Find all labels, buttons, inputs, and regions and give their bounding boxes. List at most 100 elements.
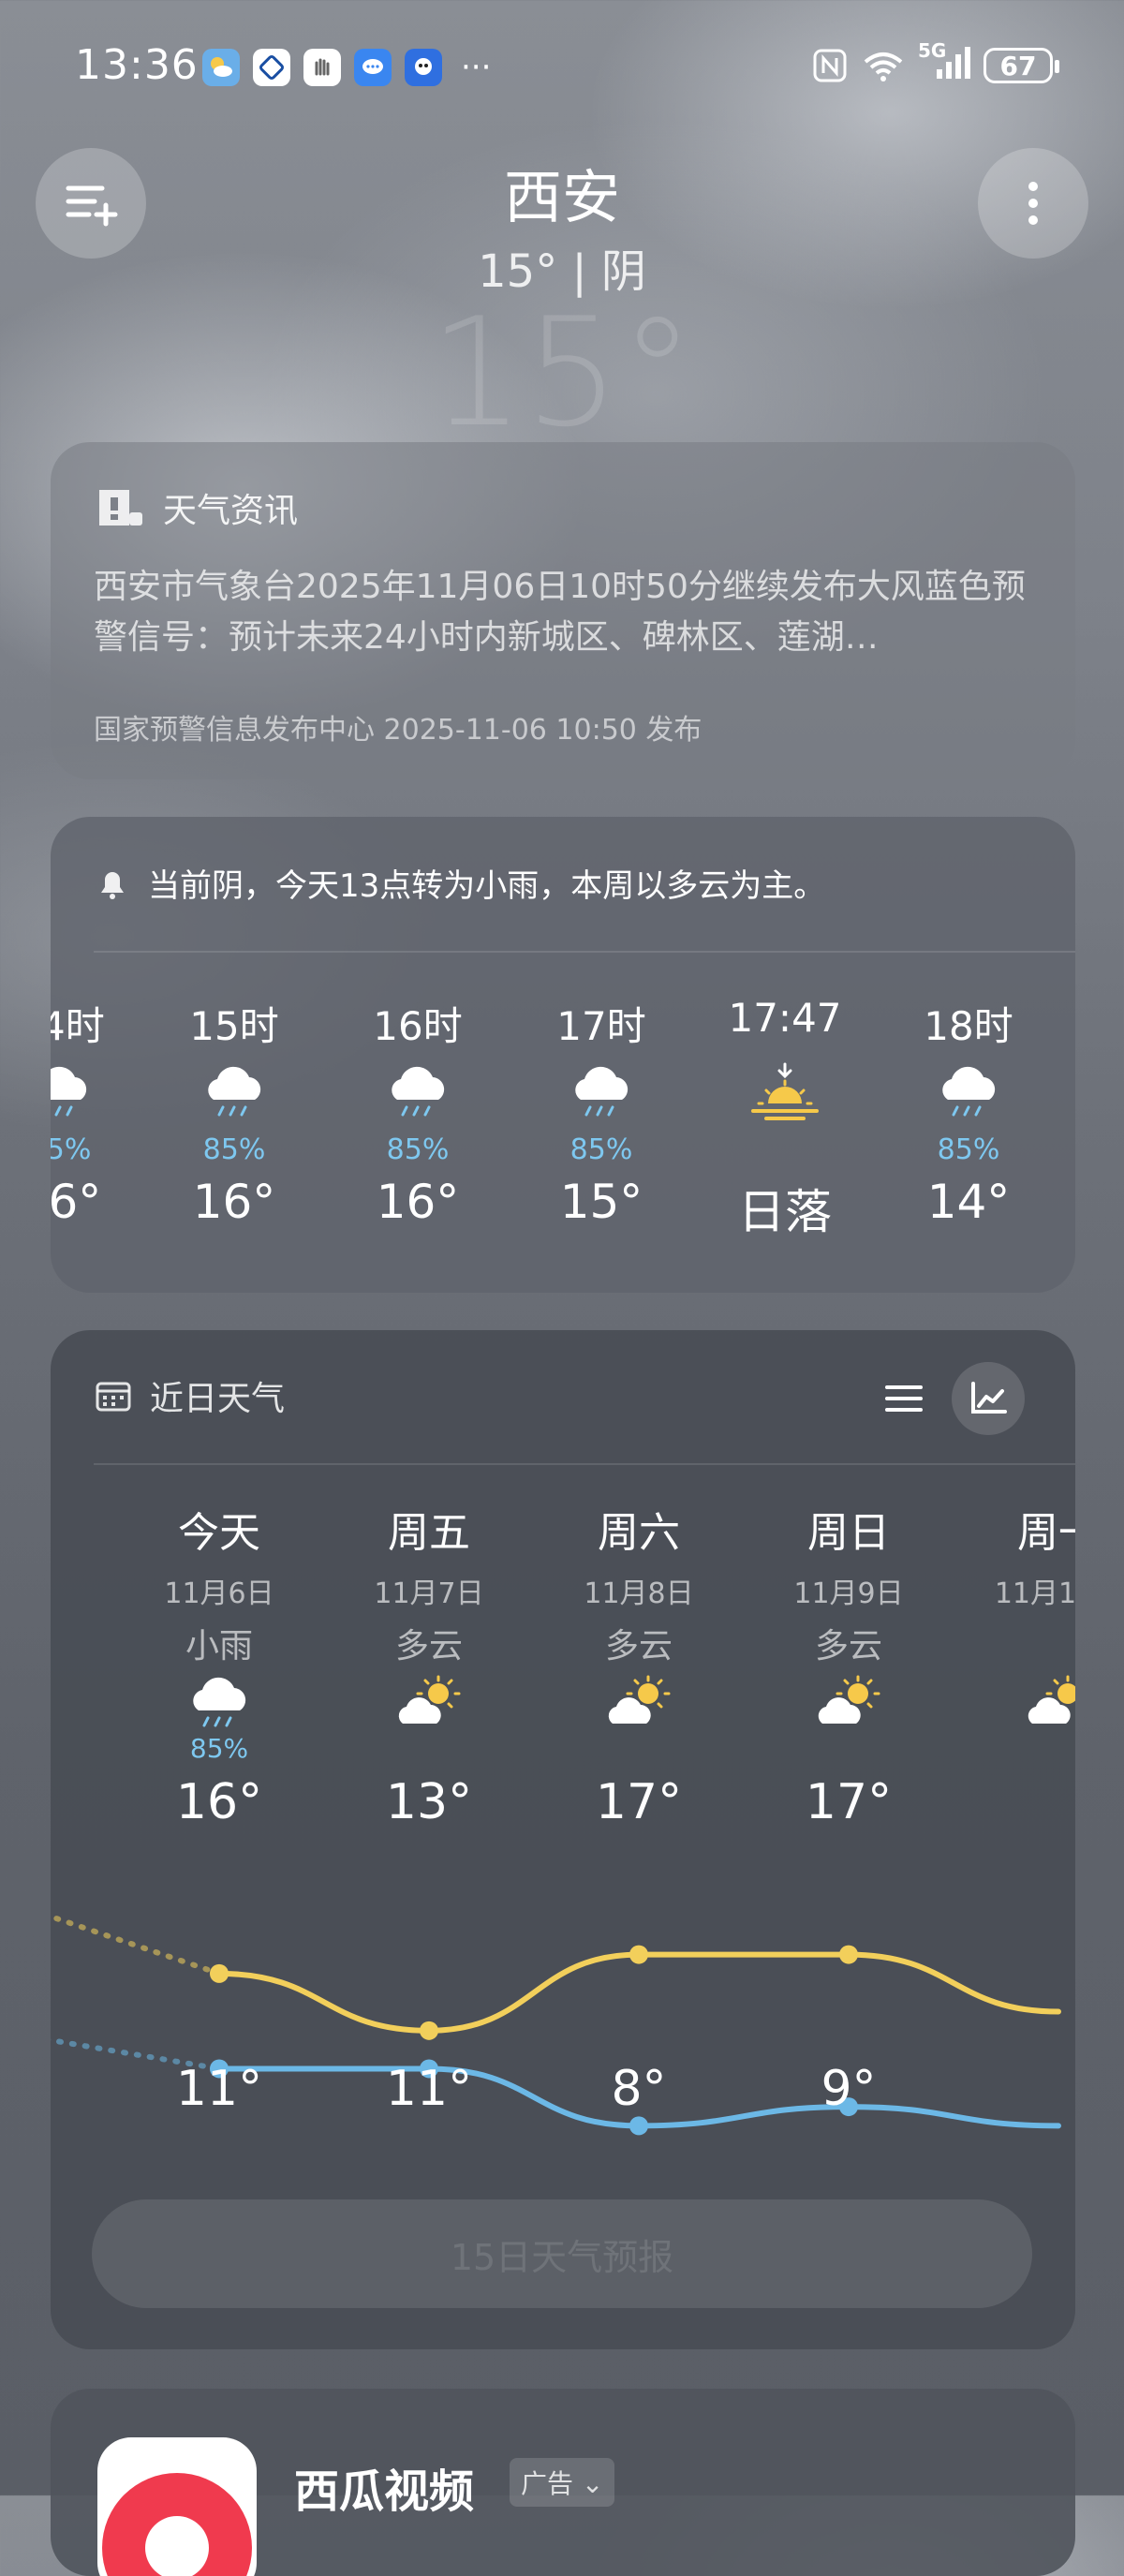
hour-precip: 85% <box>569 1133 633 1166</box>
fifteen-day-forecast-button[interactable]: 15日天气预报 <box>92 2199 1032 2308</box>
status-bar: 13:36 ··· 5G 67 <box>0 0 1124 131</box>
daily-forecast-card: 近日天气 周三11月5日多云20°13°今天11月6日小雨85%16°11°周五… <box>51 1330 1075 2349</box>
partly-cloudy-icon <box>608 1675 671 1724</box>
hour-temp: 日落 <box>738 1185 832 1239</box>
alert-header: 天气资讯 <box>94 483 298 532</box>
hour-precip: 85% <box>937 1133 1000 1166</box>
battery-level: 67 <box>999 50 1037 81</box>
rain-cloud-icon <box>51 1066 87 1117</box>
day-name: 周六 <box>598 1509 680 1557</box>
day-item: 周五 11月7日多云 13° 11° <box>335 1499 523 2154</box>
hourly-list[interactable]: 14时 85% 16° 15时 85% 16° 16时 85% 16° 17时 85% 15° 17:4… <box>51 995 1075 1276</box>
day-low-temp: 9° <box>821 2061 877 2117</box>
more-notifications-icon: ··· <box>461 49 492 86</box>
partly-cloudy-icon <box>398 1675 461 1724</box>
chart-view-toggle[interactable] <box>952 1362 1025 1435</box>
wifi-icon <box>864 52 903 81</box>
city-name: 西安 <box>503 163 620 231</box>
status-right: 5G 67 <box>811 39 1059 86</box>
alert-title: 天气资讯 <box>163 492 299 530</box>
daily-title: 近日天气 <box>150 1380 286 1418</box>
hour-temp: 15° <box>559 1175 643 1229</box>
message-app-icon <box>354 49 392 86</box>
hour-time: 17时 <box>556 1003 646 1049</box>
day-low-temp: 13° <box>51 2061 88 2117</box>
hourly-summary-text: 当前阴，今天13点转为小雨，本周以多云为主。 <box>148 867 826 905</box>
day-high-temp: 16° <box>175 1774 263 1830</box>
ad-tag-label: 广告 <box>521 2468 574 2499</box>
sunset-icon <box>751 1062 819 1120</box>
xigua-video-logo <box>97 2437 257 2576</box>
hour-time: 15时 <box>189 1003 279 1049</box>
calendar-icon <box>96 1382 131 1412</box>
rain-cloud-icon <box>208 1066 261 1117</box>
hour-item: 17:47 日落 <box>710 995 860 1276</box>
hour-item: 17时 85% 15° <box>526 995 676 1276</box>
hourly-forecast-card: 当前阴，今天13点转为小雨，本周以多云为主。 14时 85% 16° 15时 85% 16… <box>51 817 1075 1293</box>
day-condition: 多云 <box>604 1627 673 1666</box>
hour-time: 16时 <box>373 1003 463 1049</box>
daily-header: 近日天气 <box>94 1371 285 1420</box>
day-condition: 多云 <box>394 1627 463 1666</box>
bank-app-icon <box>253 49 290 86</box>
rain-cloud-icon <box>392 1066 445 1117</box>
chevron-down-icon: ⌄ <box>581 2468 604 2499</box>
day-name: 周日 <box>807 1509 890 1557</box>
day-item: 周六 11月8日 多云 17° 8° <box>545 1499 732 2154</box>
hour-item: 15时 85% 16° <box>159 995 309 1276</box>
ad-tag[interactable]: 广告 ⌄ <box>510 2458 615 2507</box>
cellular-icon: 5G <box>918 39 970 86</box>
hour-precip: 85% <box>386 1133 450 1166</box>
robot-app-icon <box>405 49 442 86</box>
alert-source: 国家预警信息发布中心 2025-11-06 10:50 发布 <box>94 714 702 747</box>
ad-title: 西瓜视频 <box>294 2465 475 2518</box>
day-high-temp: 13° <box>385 1774 473 1830</box>
hour-temp: 14° <box>926 1175 1011 1229</box>
day-date: 11月10日 <box>994 1577 1075 1610</box>
hour-item: 18时 85% 14° <box>894 995 1043 1276</box>
hour-item: 16时 85% 16° <box>343 995 493 1276</box>
day-condition: 小雨 <box>185 1627 253 1666</box>
divider <box>94 1463 1075 1465</box>
status-time: 13:36 <box>75 41 199 89</box>
network-type: 5G <box>918 39 947 62</box>
alert-text: 西安市气象台2025年11月06日10时50分继续发布大风蓝色预警信号：预计未来… <box>94 568 1026 657</box>
rain-cloud-icon <box>575 1066 629 1117</box>
day-item: 周三 11月5日多云 20° 13° <box>51 1499 88 2154</box>
partly-cloudy-icon <box>818 1675 880 1724</box>
ad-card[interactable]: 西瓜视频 广告 ⌄ <box>51 2389 1075 2576</box>
day-item: 周日 11月9日 多云 17° 9° <box>755 1499 942 2154</box>
rain-cloud-icon <box>193 1677 246 1727</box>
day-low-temp: 11° <box>385 2061 473 2117</box>
list-icon <box>885 1385 923 1412</box>
big-temperature: 15° <box>429 285 695 460</box>
list-view-toggle[interactable] <box>867 1362 940 1435</box>
hour-temp: 16° <box>51 1175 102 1229</box>
weather-alert-card[interactable]: 天气资讯 西安市气象台2025年11月06日10时50分继续发布大风蓝色预警信号… <box>51 442 1075 779</box>
hour-precip: 85% <box>51 1133 92 1166</box>
day-date: 11月8日 <box>584 1577 694 1610</box>
day-name: 周三 <box>51 1499 88 1559</box>
hour-time: 18时 <box>924 1003 1013 1049</box>
day-date: 11月6日 <box>164 1577 274 1610</box>
day-low-temp: 11° <box>175 2061 263 2117</box>
hour-temp: 16° <box>192 1175 276 1229</box>
day-high-temp: 20° <box>51 1774 88 1830</box>
daily-list[interactable]: 周三 11月5日多云 20° 13° 今天 11月6日小雨 85% 16° 11° 周五 11月7日… <box>51 1499 1075 2211</box>
day-date: 11月7日 <box>374 1577 484 1610</box>
rain-cloud-icon <box>942 1066 996 1117</box>
alert-info-icon <box>99 490 142 526</box>
chart-line-icon <box>971 1382 1007 1414</box>
day-name: 周五 <box>388 1509 470 1557</box>
day-precip: 85% <box>189 1733 249 1764</box>
hour-time: 17:47 <box>728 995 842 1041</box>
day-condition: 多云 <box>814 1627 882 1666</box>
hour-item: 14时 85% 16° <box>51 995 135 1276</box>
hour-precip: 85% <box>202 1133 266 1166</box>
battery-icon: 67 <box>984 48 1059 83</box>
weather-app-icon <box>202 49 240 86</box>
day-date: 11月5日 <box>51 1570 88 1611</box>
day-name: 周一 <box>1017 1509 1075 1557</box>
day-high-temp: 17° <box>595 1774 683 1830</box>
hour-time: 14时 <box>51 1003 105 1049</box>
